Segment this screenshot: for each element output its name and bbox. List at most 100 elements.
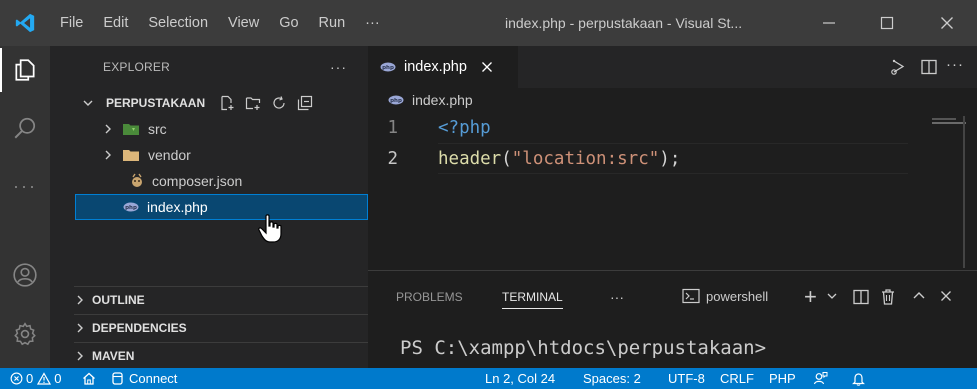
language-mode[interactable]: PHP	[769, 368, 796, 389]
php-file-icon: php	[380, 62, 396, 72]
menu-view[interactable]: View	[218, 15, 269, 31]
split-terminal-button[interactable]	[852, 288, 870, 306]
open-changes-button[interactable]	[890, 58, 908, 76]
tree-item-src[interactable]: src	[50, 116, 368, 142]
new-file-icon	[219, 95, 235, 111]
close-panel-button[interactable]	[940, 290, 952, 302]
search-button[interactable]	[0, 104, 50, 152]
menu-file[interactable]: File	[50, 15, 93, 31]
breadcrumb-file[interactable]: index.php	[412, 92, 473, 108]
terminal-selector[interactable]: powershell	[682, 288, 768, 304]
close-icon	[940, 290, 952, 302]
section-maven[interactable]: MAVEN	[74, 342, 368, 369]
more-views-button[interactable]: ···	[0, 162, 50, 210]
restore-button[interactable]	[862, 0, 912, 46]
tab-problems[interactable]: PROBLEMS	[396, 271, 463, 323]
bell-icon	[852, 372, 865, 386]
open-preview-icon	[890, 58, 908, 76]
notifications-button[interactable]	[852, 368, 865, 389]
svg-text:php: php	[390, 98, 402, 104]
section-label: OUTLINE	[92, 293, 145, 307]
activity-bar: ···	[0, 46, 50, 368]
bottom-panel: PROBLEMS TERMINAL ··· powershell + PS C:…	[368, 270, 977, 369]
folder-header-perpustakaan[interactable]: PERPUSTAKAAN	[50, 90, 368, 116]
more-icon: ···	[13, 175, 37, 196]
menu-edit[interactable]: Edit	[93, 15, 138, 31]
code-line-current: 2 header("location:src");	[368, 143, 908, 174]
menu-go[interactable]: Go	[269, 15, 308, 31]
svg-text:php: php	[125, 205, 137, 211]
feedback-button[interactable]	[813, 368, 828, 389]
tree-item-label: vendor	[148, 147, 191, 163]
panel-more-button[interactable]: ···	[610, 271, 624, 323]
minimize-icon	[822, 16, 836, 30]
error-icon	[10, 372, 23, 385]
minimap[interactable]	[916, 112, 976, 262]
chevron-up-icon	[912, 290, 926, 302]
new-terminal-button[interactable]: +	[804, 284, 817, 310]
tree-item-vendor[interactable]: vendor	[50, 142, 368, 168]
database-icon	[112, 372, 123, 385]
minimize-button[interactable]	[804, 0, 854, 46]
warning-icon	[37, 372, 52, 385]
new-folder-icon	[245, 95, 261, 111]
terminal-name: powershell	[706, 288, 769, 304]
line-number: 1	[387, 117, 398, 138]
connect-button[interactable]: Connect	[112, 368, 177, 389]
new-folder-button[interactable]	[245, 95, 261, 111]
indentation[interactable]: Spaces: 2	[583, 368, 641, 389]
menu-selection[interactable]: Selection	[138, 15, 218, 31]
explorer-button[interactable]	[0, 46, 50, 94]
php-file-icon: php	[388, 95, 404, 105]
minimap-line	[932, 118, 956, 120]
error-count: 0	[26, 371, 34, 386]
folder-title: PERPUSTAKAAN	[106, 96, 206, 110]
close-icon	[940, 16, 954, 30]
code-line: 1 <?php	[368, 112, 908, 143]
end-of-line[interactable]: CRLF	[720, 368, 754, 389]
account-button[interactable]	[0, 251, 50, 299]
warning-count: 0	[54, 371, 62, 386]
section-dependencies[interactable]: DEPENDENCIES	[74, 314, 368, 341]
chevron-right-icon	[102, 149, 122, 161]
tab-index-php[interactable]: php index.php	[368, 46, 518, 88]
terminal-prompt[interactable]: PS C:\xampp\htdocs\perpustakaan>	[400, 337, 766, 359]
home-button[interactable]	[82, 368, 96, 389]
refresh-button[interactable]	[271, 95, 287, 111]
code-editor[interactable]: 1 <?php 2 header("location:src");	[368, 112, 908, 174]
explorer-more-button[interactable]: ···	[330, 59, 347, 75]
tree-item-label: src	[148, 121, 167, 137]
more-icon: ···	[946, 56, 964, 73]
section-label: MAVEN	[92, 349, 135, 363]
section-outline[interactable]: OUTLINE	[74, 286, 368, 313]
chevron-right-icon	[74, 350, 92, 362]
cursor-position[interactable]: Ln 2, Col 24	[485, 368, 555, 389]
explorer-icon	[12, 57, 38, 83]
problems-status[interactable]: 0 0	[10, 368, 61, 389]
close-window-button[interactable]	[922, 0, 972, 46]
home-icon	[82, 372, 96, 385]
kill-terminal-button[interactable]	[880, 288, 896, 306]
tree-item-composer-json[interactable]: composer.json	[50, 168, 368, 194]
editor-more-button[interactable]: ···	[946, 56, 964, 73]
menu-more[interactable]: ···	[355, 15, 390, 31]
close-tab-button[interactable]	[481, 61, 493, 73]
explorer-sidebar: EXPLORER ··· PERPUSTAKAAN src vendor com…	[50, 46, 368, 368]
split-editor-icon	[852, 288, 870, 306]
maximize-panel-button[interactable]	[912, 290, 926, 302]
encoding[interactable]: UTF-8	[668, 368, 705, 389]
new-file-button[interactable]	[219, 95, 235, 111]
editor-scrollbar[interactable]	[963, 116, 965, 268]
trash-icon	[880, 288, 896, 306]
split-editor-button[interactable]	[920, 58, 938, 76]
menu-run[interactable]: Run	[309, 15, 356, 31]
collapse-all-button[interactable]	[297, 95, 313, 111]
collapse-all-icon	[297, 95, 313, 111]
tree-item-label: composer.json	[152, 173, 243, 189]
terminal-dropdown-button[interactable]	[826, 290, 838, 302]
editor-tab-bar: php index.php ···	[368, 46, 977, 88]
tree-item-index-php[interactable]: php index.php	[75, 194, 368, 220]
settings-button[interactable]	[0, 310, 50, 358]
tab-terminal[interactable]: TERMINAL	[502, 271, 563, 323]
editor-area: php index.php ··· php index.php 1 <?php	[368, 46, 977, 369]
